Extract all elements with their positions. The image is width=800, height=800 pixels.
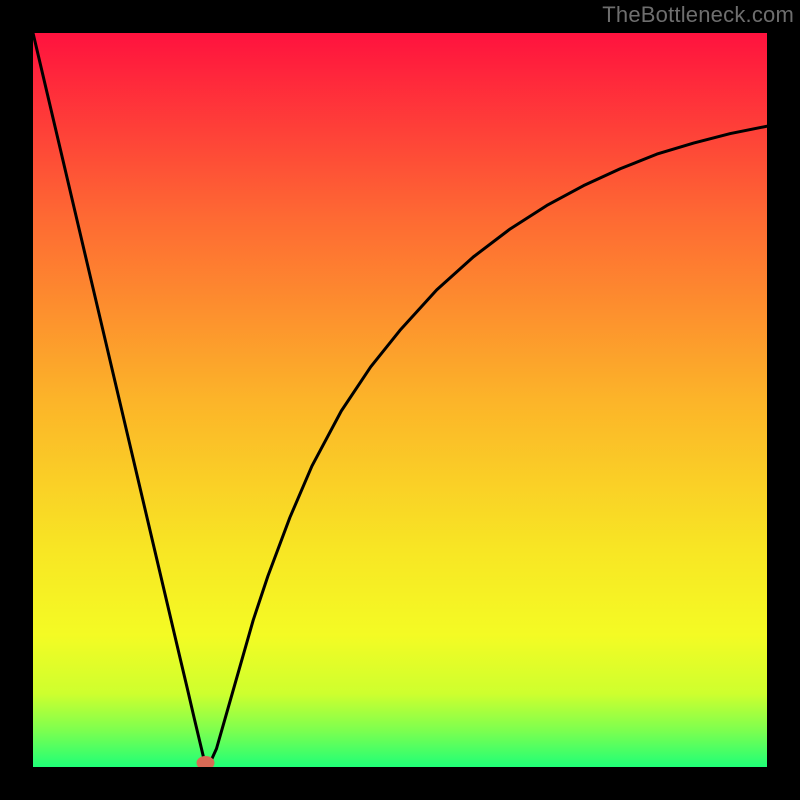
gradient-background [33,33,767,767]
watermark-label: TheBottleneck.com [602,2,794,28]
plot-area [33,33,767,767]
bottleneck-chart [33,33,767,767]
chart-frame: TheBottleneck.com [0,0,800,800]
